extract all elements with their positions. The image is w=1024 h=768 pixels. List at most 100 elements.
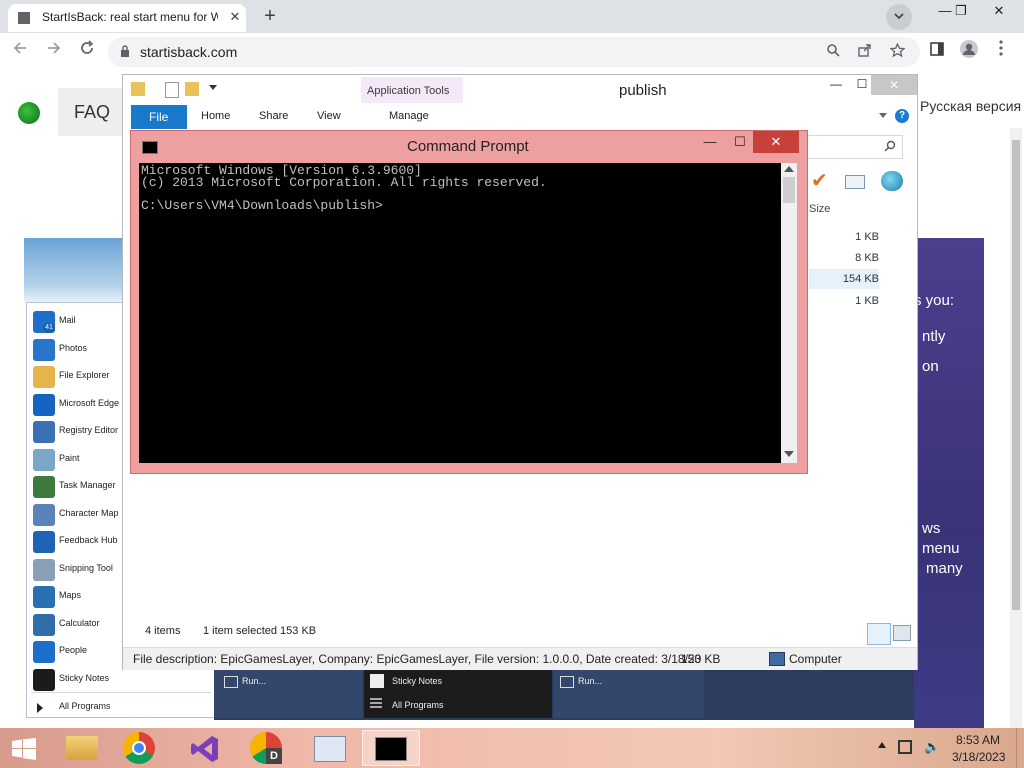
explorer-minimize-button[interactable]: — bbox=[823, 77, 849, 97]
address-bar[interactable]: startisback.com bbox=[108, 37, 920, 67]
task-manager-icon bbox=[33, 476, 55, 498]
start-button[interactable] bbox=[2, 730, 46, 766]
taskbar-chrome-dev[interactable]: D bbox=[240, 730, 294, 766]
windows-logo-icon bbox=[12, 738, 36, 760]
cmd-maximize-button[interactable]: ☐ bbox=[725, 131, 755, 153]
panel-text: many bbox=[926, 560, 963, 577]
size-column-header[interactable]: Size bbox=[809, 203, 830, 215]
large-icons-view-button[interactable] bbox=[893, 625, 911, 641]
file-size: 154 KB bbox=[842, 273, 879, 285]
console-output[interactable]: Microsoft Windows [Version 6.3.9600] (c)… bbox=[139, 163, 781, 463]
globe-icon[interactable] bbox=[881, 171, 903, 191]
console-scrollbar[interactable] bbox=[781, 163, 797, 463]
chevron-down-icon[interactable] bbox=[209, 85, 217, 90]
taskbar-visual-studio[interactable] bbox=[178, 730, 232, 766]
file-size: 8 KB bbox=[855, 252, 879, 264]
demo-run-tile[interactable]: Run... bbox=[554, 668, 704, 718]
chevron-down-icon bbox=[894, 13, 904, 20]
folder-icon bbox=[131, 82, 145, 96]
sticky-notes-icon bbox=[370, 674, 384, 688]
console-scrollbar-thumb[interactable] bbox=[783, 177, 795, 203]
taskbar-file-explorer[interactable] bbox=[56, 730, 110, 766]
demo-start-tile[interactable]: Sticky Notes All Programs bbox=[364, 668, 552, 718]
explorer-titlebar[interactable]: Application Tools publish — ☐ ✕ bbox=[123, 75, 917, 103]
start-menu-item-label: Maps bbox=[59, 590, 82, 600]
reload-button[interactable] bbox=[74, 39, 100, 65]
app-window-icon bbox=[314, 736, 346, 762]
bookmark-star-icon[interactable] bbox=[888, 42, 906, 61]
language-link[interactable]: Русская версия bbox=[920, 98, 1021, 114]
explorer-search-input[interactable] bbox=[805, 135, 903, 159]
site-logo-icon[interactable] bbox=[18, 102, 40, 124]
preview-pane-icon[interactable] bbox=[845, 175, 865, 189]
help-icon[interactable]: ? bbox=[895, 109, 909, 123]
taskbar-app[interactable] bbox=[302, 730, 356, 766]
tab-title: StartIsBack: real start menu for W bbox=[42, 10, 218, 24]
clock-date[interactable]: 3/18/2023 bbox=[952, 750, 1005, 764]
explorer-close-button[interactable]: ✕ bbox=[871, 75, 917, 95]
scroll-down-icon[interactable] bbox=[784, 451, 794, 457]
share-icon[interactable] bbox=[856, 43, 874, 61]
panel-text: on bbox=[922, 358, 939, 375]
zoom-icon[interactable] bbox=[824, 43, 842, 61]
show-hidden-icons-icon[interactable] bbox=[878, 742, 886, 748]
show-desktop-button[interactable] bbox=[1016, 728, 1024, 768]
ribbon-tab-manage[interactable]: Manage bbox=[389, 110, 429, 122]
all-programs-item[interactable]: All Programs bbox=[31, 695, 211, 721]
page-scrollbar-thumb[interactable] bbox=[1012, 140, 1020, 610]
demo-run-tile[interactable]: Run... bbox=[214, 668, 362, 718]
chrome-dev-icon: D bbox=[250, 732, 282, 764]
forward-button[interactable] bbox=[40, 39, 66, 65]
volume-icon[interactable]: 🔈 bbox=[924, 740, 940, 754]
application-tools-context: Application Tools bbox=[361, 77, 463, 103]
arrow-right-icon bbox=[48, 42, 61, 54]
restore-button[interactable]: ❐ bbox=[946, 0, 976, 22]
all-programs-label: All Programs bbox=[392, 700, 444, 710]
command-prompt-window[interactable]: Command Prompt — ☐ ✕ Microsoft Windows [… bbox=[130, 130, 808, 474]
side-panel-button[interactable] bbox=[924, 39, 950, 65]
taskbar-chrome[interactable] bbox=[112, 730, 166, 766]
registry-icon bbox=[33, 421, 55, 443]
ribbon-tab-home[interactable]: Home bbox=[201, 110, 230, 122]
chrome-menu-button[interactable] bbox=[988, 39, 1014, 65]
checkmark-icon[interactable]: ✔ bbox=[811, 171, 831, 191]
ribbon-file-tab[interactable]: File bbox=[131, 105, 187, 129]
panel-text: ws bbox=[922, 520, 941, 537]
taskbar-command-prompt[interactable] bbox=[362, 730, 420, 766]
file-description: File description: EpicGamesLayer, Compan… bbox=[133, 652, 702, 666]
panel-text: s you: bbox=[914, 292, 955, 309]
scroll-up-icon[interactable] bbox=[784, 166, 794, 172]
tab-search-button[interactable] bbox=[886, 4, 912, 30]
character-map-icon bbox=[33, 503, 55, 526]
profile-button[interactable] bbox=[956, 39, 982, 65]
cmd-close-button[interactable]: ✕ bbox=[753, 131, 799, 153]
clock-time[interactable]: 8:53 AM bbox=[956, 733, 1000, 747]
new-folder-icon[interactable] bbox=[185, 82, 199, 96]
page-scrollbar[interactable] bbox=[1010, 128, 1022, 728]
photos-icon bbox=[33, 338, 55, 361]
cmd-minimize-button[interactable]: — bbox=[695, 131, 725, 153]
properties-icon[interactable] bbox=[165, 82, 179, 98]
list-icon bbox=[370, 698, 382, 710]
edge-icon bbox=[33, 393, 55, 416]
file-size: 1 KB bbox=[855, 231, 879, 243]
command-prompt-icon bbox=[142, 141, 158, 154]
folder-icon bbox=[66, 736, 98, 760]
close-window-button[interactable]: ✕ bbox=[984, 0, 1014, 22]
back-button[interactable] bbox=[8, 39, 34, 65]
ribbon-tab-view[interactable]: View bbox=[317, 110, 341, 122]
command-prompt-icon bbox=[375, 737, 407, 761]
browser-tab[interactable]: StartIsBack: real start menu for W ✕ bbox=[8, 4, 246, 32]
chrome-icon bbox=[123, 732, 155, 764]
nav-faq[interactable]: FAQ bbox=[58, 88, 124, 136]
start-menu-item[interactable]: Sticky Notes bbox=[31, 667, 211, 693]
details-view-button[interactable] bbox=[867, 623, 891, 645]
ribbon-expand-icon[interactable] bbox=[879, 113, 887, 118]
ribbon-tab-share[interactable]: Share bbox=[259, 110, 288, 122]
run-label: Run... bbox=[578, 676, 603, 686]
network-icon[interactable] bbox=[898, 740, 912, 754]
avatar-icon bbox=[960, 40, 978, 58]
hero-image bbox=[24, 238, 124, 308]
tab-close-button[interactable]: ✕ bbox=[226, 8, 244, 26]
new-tab-button[interactable]: + bbox=[256, 5, 284, 29]
